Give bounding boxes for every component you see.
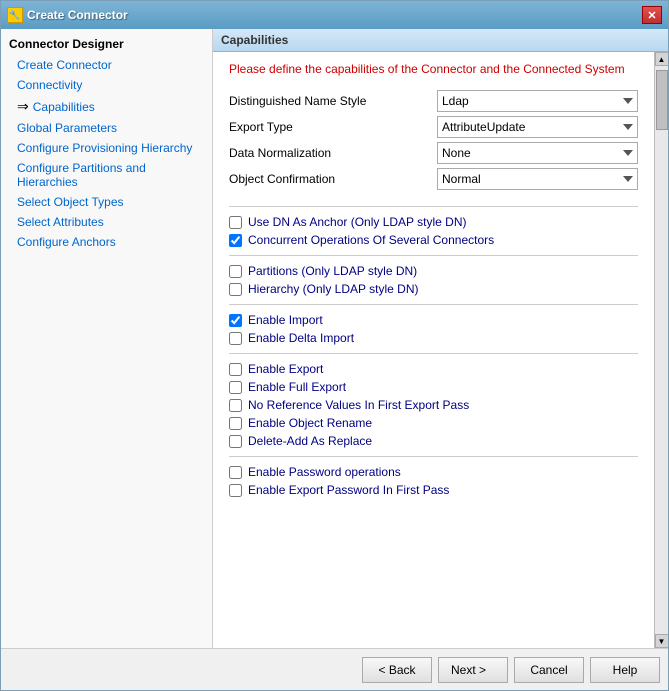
enable-password-ops-row: Enable Password operations — [229, 465, 638, 479]
close-button[interactable]: ✕ — [642, 6, 662, 24]
divider-1 — [229, 206, 638, 207]
delete-add-as-replace-row: Delete-Add As Replace — [229, 434, 638, 448]
back-button[interactable]: < Back — [362, 657, 432, 683]
use-dn-anchor-row: Use DN As Anchor (Only LDAP style DN) — [229, 215, 638, 229]
data-normalization-select[interactable]: None DeleteAddAsReplace MergeModificatio… — [437, 142, 638, 164]
scrollbar-up-button[interactable]: ▲ — [655, 52, 669, 66]
scrollbar-down-button[interactable]: ▼ — [655, 634, 669, 648]
content-area: Connector Designer Create Connector Conn… — [1, 29, 668, 648]
scrollbar-track — [655, 66, 668, 634]
section-export: Enable Export Enable Full Export No Refe… — [229, 362, 638, 448]
next-button[interactable]: Next > — [438, 657, 508, 683]
bottom-bar: < Back Next > Cancel Help — [1, 648, 668, 690]
sidebar-item-connectivity[interactable]: Connectivity — [1, 75, 212, 95]
enable-full-export-label: Enable Full Export — [248, 380, 346, 394]
form-grid: Distinguished Name Style Ldap Generic No… — [229, 90, 638, 190]
main-area: Capabilities Please define the capabilit… — [213, 29, 668, 648]
scrollbar[interactable]: ▲ ▼ — [654, 52, 668, 648]
divider-5 — [229, 456, 638, 457]
scrollbar-thumb[interactable] — [656, 70, 668, 130]
help-button[interactable]: Help — [590, 657, 660, 683]
arrow-icon: ⇒ — [17, 98, 29, 115]
enable-export-password-row: Enable Export Password In First Pass — [229, 483, 638, 497]
section-password: Enable Password operations Enable Export… — [229, 465, 638, 497]
dn-style-select[interactable]: Ldap Generic None — [437, 90, 638, 112]
no-reference-values-row: No Reference Values In First Export Pass — [229, 398, 638, 412]
title-bar-left: 🔧 Create Connector — [7, 7, 128, 23]
enable-delta-import-label: Enable Delta Import — [248, 331, 354, 345]
dn-style-label: Distinguished Name Style — [229, 94, 429, 108]
object-confirmation-select[interactable]: Normal NoAddAndDeleteConfirmation NoDele… — [437, 168, 638, 190]
sidebar-item-capabilities[interactable]: ⇒ Capabilities — [1, 95, 212, 118]
enable-full-export-checkbox[interactable] — [229, 381, 242, 394]
partitions-row: Partitions (Only LDAP style DN) — [229, 264, 638, 278]
hierarchy-row: Hierarchy (Only LDAP style DN) — [229, 282, 638, 296]
title-bar: 🔧 Create Connector ✕ — [1, 1, 668, 29]
concurrent-ops-checkbox[interactable] — [229, 234, 242, 247]
divider-3 — [229, 304, 638, 305]
data-normalization-label: Data Normalization — [229, 146, 429, 160]
cancel-button[interactable]: Cancel — [514, 657, 584, 683]
enable-object-rename-checkbox[interactable] — [229, 417, 242, 430]
section-import: Enable Import Enable Delta Import — [229, 313, 638, 345]
capabilities-content: Please define the capabilities of the Co… — [213, 52, 654, 648]
sidebar-header: Connector Designer — [1, 33, 212, 55]
window: 🔧 Create Connector ✕ Connector Designer … — [0, 0, 669, 691]
enable-export-password-checkbox[interactable] — [229, 484, 242, 497]
enable-export-checkbox[interactable] — [229, 363, 242, 376]
enable-password-ops-label: Enable Password operations — [248, 465, 401, 479]
hierarchy-checkbox[interactable] — [229, 283, 242, 296]
section-partitions: Partitions (Only LDAP style DN) Hierarch… — [229, 264, 638, 296]
enable-delta-import-row: Enable Delta Import — [229, 331, 638, 345]
sidebar-item-create-connector[interactable]: Create Connector — [1, 55, 212, 75]
partitions-checkbox[interactable] — [229, 265, 242, 278]
sidebar-item-select-attributes[interactable]: Select Attributes — [1, 212, 212, 232]
enable-import-label: Enable Import — [248, 313, 323, 327]
section-dn-anchor: Use DN As Anchor (Only LDAP style DN) Co… — [229, 215, 638, 247]
object-confirmation-label: Object Confirmation — [229, 172, 429, 186]
concurrent-ops-label: Concurrent Operations Of Several Connect… — [248, 233, 494, 247]
export-type-select[interactable]: AttributeUpdate ObjectReplace Multivalue… — [437, 116, 638, 138]
enable-delta-import-checkbox[interactable] — [229, 332, 242, 345]
enable-import-row: Enable Import — [229, 313, 638, 327]
delete-add-as-replace-label: Delete-Add As Replace — [248, 434, 372, 448]
info-text: Please define the capabilities of the Co… — [229, 62, 638, 76]
sidebar-item-configure-provisioning-hierarchy[interactable]: Configure Provisioning Hierarchy — [1, 138, 212, 158]
sidebar-item-select-object-types[interactable]: Select Object Types — [1, 192, 212, 212]
partitions-label: Partitions (Only LDAP style DN) — [248, 264, 417, 278]
enable-export-row: Enable Export — [229, 362, 638, 376]
use-dn-anchor-label: Use DN As Anchor (Only LDAP style DN) — [248, 215, 467, 229]
no-reference-values-label: No Reference Values In First Export Pass — [248, 398, 469, 412]
concurrent-ops-row: Concurrent Operations Of Several Connect… — [229, 233, 638, 247]
enable-export-label: Enable Export — [248, 362, 323, 376]
main-header: Capabilities — [213, 29, 668, 52]
hierarchy-label: Hierarchy (Only LDAP style DN) — [248, 282, 418, 296]
sidebar-item-configure-partitions-and-hierarchies[interactable]: Configure Partitions and Hierarchies — [1, 158, 212, 192]
enable-export-password-label: Enable Export Password In First Pass — [248, 483, 449, 497]
divider-4 — [229, 353, 638, 354]
sidebar-item-global-parameters[interactable]: Global Parameters — [1, 118, 212, 138]
enable-password-ops-checkbox[interactable] — [229, 466, 242, 479]
no-reference-values-checkbox[interactable] — [229, 399, 242, 412]
sidebar: Connector Designer Create Connector Conn… — [1, 29, 213, 648]
enable-object-rename-label: Enable Object Rename — [248, 416, 372, 430]
sidebar-item-configure-anchors[interactable]: Configure Anchors — [1, 232, 212, 252]
enable-object-rename-row: Enable Object Rename — [229, 416, 638, 430]
use-dn-anchor-checkbox[interactable] — [229, 216, 242, 229]
export-type-label: Export Type — [229, 120, 429, 134]
app-icon: 🔧 — [7, 7, 23, 23]
enable-import-checkbox[interactable] — [229, 314, 242, 327]
divider-2 — [229, 255, 638, 256]
delete-add-as-replace-checkbox[interactable] — [229, 435, 242, 448]
enable-full-export-row: Enable Full Export — [229, 380, 638, 394]
window-title: Create Connector — [27, 8, 128, 22]
